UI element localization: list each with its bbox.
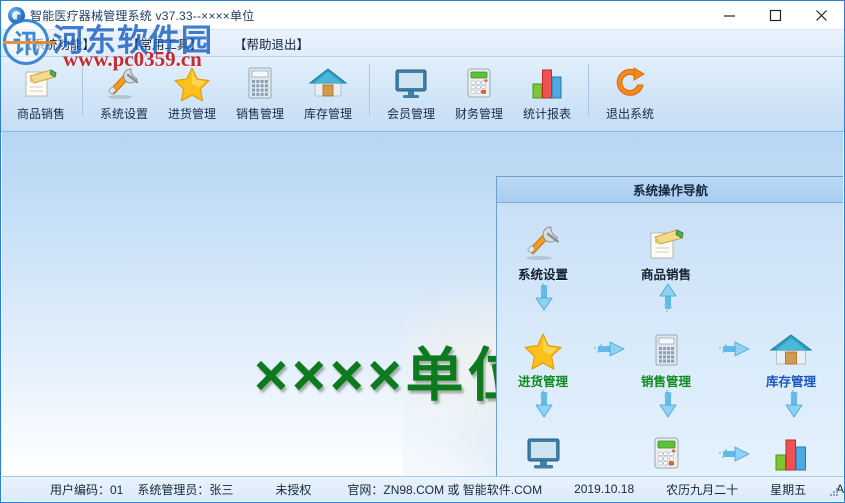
toolbar-button-statistics-report[interactable]: 统计报表 xyxy=(513,57,581,127)
nav-item-label: 销售管理 xyxy=(640,375,691,389)
menu-help-exit[interactable]: 【帮助退出】 xyxy=(233,32,310,55)
arrow-down-icon xyxy=(535,390,553,418)
toolbar-button-exit-system[interactable]: 退出系统 xyxy=(596,57,664,127)
toolbar-button-member-management[interactable]: 会员管理 xyxy=(377,57,445,127)
wrench-screwdriver-icon xyxy=(491,221,595,263)
nav-item-statistics-report[interactable]: 统计报表 xyxy=(739,431,843,476)
toolbar-separator xyxy=(82,64,83,116)
arrow-right-icon xyxy=(719,446,750,462)
nav-item-member-management[interactable]: 会员管理 xyxy=(491,431,595,476)
status-user-code: 用户编码：01 xyxy=(50,482,124,497)
wrench-screwdriver-icon xyxy=(101,63,147,103)
nav-item-system-settings[interactable]: 系统设置 xyxy=(491,221,595,283)
toolbar-button-sales-management[interactable]: 销售管理 xyxy=(226,57,294,127)
bar-chart-icon xyxy=(739,431,843,473)
status-bar: 用户编码：01 系统管理员：张三 未授权 官网：ZN98.COM 或 智能软件.… xyxy=(2,476,844,501)
close-icon[interactable] xyxy=(798,1,844,29)
toolbar-button-system-settings[interactable]: 系统设置 xyxy=(90,57,158,127)
window-title: 智能医疗器械管理系统 v37.33--××××单位 xyxy=(30,8,255,23)
toolbar-label: 商品销售 xyxy=(16,107,65,121)
application-window: 智能医疗器械管理系统 v37.33--××××单位 【系统功能】 【常用工具】 … xyxy=(0,0,845,503)
house-icon xyxy=(739,328,843,370)
exit-arrow-icon xyxy=(607,63,653,103)
title-bar: 智能医疗器械管理系统 v37.33--××××单位 xyxy=(1,1,844,30)
main-canvas: ××××单位 系统操作导航 系统设置 商品销售 进货管理 销售管理 库存管理 xyxy=(2,131,843,476)
calculator-green-icon xyxy=(614,431,718,473)
system-navigation-panel: 系统操作导航 系统设置 商品销售 进货管理 销售管理 库存管理 xyxy=(496,176,843,476)
toolbar-label: 会员管理 xyxy=(386,107,435,121)
calculator-icon xyxy=(237,63,283,103)
star-icon xyxy=(169,63,215,103)
nav-item-sales-management[interactable]: 销售管理 xyxy=(614,328,718,390)
nav-item-label: 商品销售 xyxy=(640,268,691,282)
toolbar-label: 退出系统 xyxy=(605,107,654,121)
hand-writing-icon xyxy=(18,63,64,103)
status-website: 官网：ZN98.COM 或 智能软件.COM xyxy=(347,482,543,497)
toolbar-button-finance-management[interactable]: 财务管理 xyxy=(445,57,513,127)
hand-writing-icon xyxy=(614,221,718,263)
status-lunar-date: 农历九月二十 xyxy=(666,482,739,497)
status-admin-name: 系统管理员：张三 xyxy=(137,482,234,497)
status-license: 未授权 xyxy=(275,482,312,497)
arrow-up-icon xyxy=(659,283,677,312)
nav-item-purchase-management[interactable]: 进货管理 xyxy=(491,328,595,390)
toolbar-label: 系统设置 xyxy=(99,107,148,121)
status-weekday: 星期五 xyxy=(770,482,807,497)
nav-item-finance-management[interactable]: 财务管理 xyxy=(614,431,718,476)
toolbar-button-inventory-management[interactable]: 库存管理 xyxy=(294,57,362,127)
menu-bar: 【系统功能】 【常用工具】 【帮助退出】 xyxy=(1,30,844,57)
arrow-down-icon xyxy=(535,283,553,311)
nav-item-label: 库存管理 xyxy=(765,375,816,389)
minimize-icon[interactable] xyxy=(706,1,752,29)
company-watermark-text: ××××单位 xyxy=(254,343,530,408)
app-logo-icon xyxy=(8,6,25,24)
status-date: 2019.10.18 xyxy=(574,482,635,496)
toolbar-label: 库存管理 xyxy=(303,107,352,121)
resize-grip-icon[interactable] xyxy=(828,486,840,498)
toolbar-button-product-sales[interactable]: 商品销售 xyxy=(7,57,75,127)
arrow-down-icon xyxy=(785,390,803,418)
toolbar-separator xyxy=(369,64,370,116)
toolbar-label: 统计报表 xyxy=(522,107,571,121)
nav-item-label: 进货管理 xyxy=(517,375,568,389)
main-toolbar: 商品销售 系统设置 进货管理 销售管理 库存管理 会员管理 财务管理 统计报表 … xyxy=(1,57,844,132)
toolbar-label: 进货管理 xyxy=(167,107,216,121)
nav-item-label: 系统设置 xyxy=(517,268,568,282)
arrow-right-icon xyxy=(594,341,625,357)
star-icon xyxy=(491,328,595,370)
nav-panel-header: 系统操作导航 xyxy=(497,177,843,203)
bar-chart-icon xyxy=(524,63,570,103)
monitor-icon xyxy=(491,431,595,473)
nav-item-inventory-management[interactable]: 库存管理 xyxy=(739,328,843,390)
toolbar-label: 销售管理 xyxy=(235,107,284,121)
menu-system-functions[interactable]: 【系统功能】 xyxy=(19,32,96,55)
arrow-right-icon xyxy=(719,341,750,357)
calculator-green-icon xyxy=(456,63,502,103)
house-icon xyxy=(305,63,351,103)
menu-common-tools[interactable]: 【常用工具】 xyxy=(126,32,203,55)
window-controls xyxy=(706,1,844,29)
monitor-icon xyxy=(388,63,434,103)
nav-panel-title: 系统操作导航 xyxy=(632,184,708,198)
toolbar-button-purchase-management[interactable]: 进货管理 xyxy=(158,57,226,127)
calculator-icon xyxy=(614,328,718,370)
maximize-icon[interactable] xyxy=(752,1,798,29)
nav-panel-body: 系统设置 商品销售 进货管理 销售管理 库存管理 xyxy=(497,203,843,476)
arrow-down-icon xyxy=(659,390,677,418)
toolbar-separator xyxy=(588,64,589,116)
toolbar-label: 财务管理 xyxy=(454,107,503,121)
nav-item-product-sales[interactable]: 商品销售 xyxy=(614,221,718,283)
